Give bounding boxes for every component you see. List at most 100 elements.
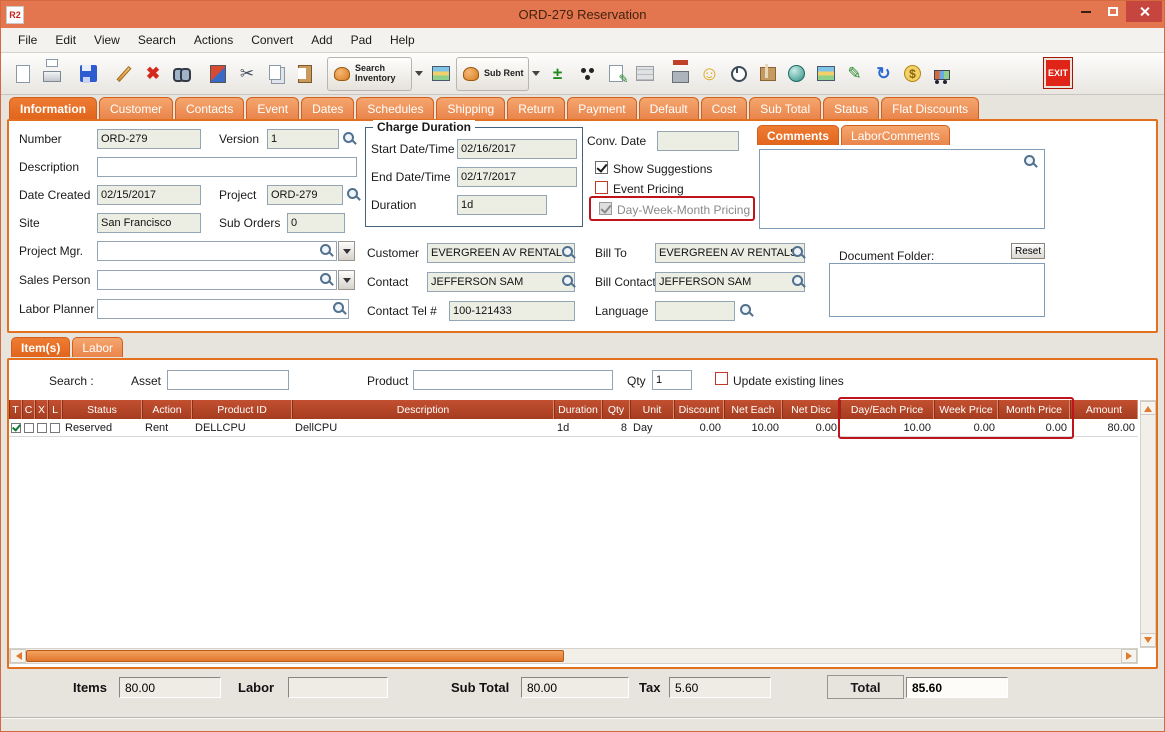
grid-button[interactable] bbox=[631, 58, 659, 90]
scroll-up-button[interactable] bbox=[1140, 401, 1156, 415]
items-total-field[interactable] bbox=[119, 677, 221, 698]
edit-button[interactable] bbox=[110, 58, 138, 90]
col-net-disc[interactable]: Net Disc bbox=[782, 400, 840, 419]
total-field[interactable] bbox=[906, 677, 1008, 698]
row-t-checkbox[interactable] bbox=[11, 423, 21, 433]
site-field[interactable] bbox=[97, 213, 201, 233]
event-pricing-checkbox[interactable] bbox=[595, 181, 608, 194]
qty-input[interactable] bbox=[652, 370, 692, 390]
tab-labor[interactable]: Labor bbox=[72, 337, 123, 357]
paste-button[interactable] bbox=[291, 58, 319, 90]
col-x[interactable]: X bbox=[35, 400, 48, 419]
new-button[interactable] bbox=[9, 58, 37, 90]
document-folder-box[interactable] bbox=[829, 263, 1045, 317]
col-action[interactable]: Action bbox=[142, 400, 192, 419]
col-net-each[interactable]: Net Each bbox=[724, 400, 782, 419]
sales-person-field[interactable] bbox=[97, 270, 337, 290]
row-x-checkbox[interactable] bbox=[37, 423, 47, 433]
language-search-icon[interactable] bbox=[739, 303, 753, 317]
col-month-price[interactable]: Month Price bbox=[998, 400, 1070, 419]
exit-button[interactable]: EXIT bbox=[1044, 58, 1072, 88]
start-datetime-field[interactable] bbox=[457, 139, 577, 159]
tab-return[interactable]: Return bbox=[507, 97, 565, 119]
convert-button[interactable] bbox=[204, 58, 232, 90]
customer-button[interactable]: ☺ bbox=[696, 58, 724, 90]
menu-add[interactable]: Add bbox=[302, 30, 341, 50]
asset-input[interactable] bbox=[167, 370, 289, 390]
maximize-button[interactable] bbox=[1099, 1, 1126, 22]
contact-field[interactable] bbox=[427, 272, 575, 292]
print-button[interactable] bbox=[38, 58, 66, 90]
horizontal-scrollbar[interactable] bbox=[9, 648, 1138, 664]
cut-button[interactable]: ✂ bbox=[233, 58, 261, 90]
tab-shipping[interactable]: Shipping bbox=[436, 97, 505, 119]
sales-person-dropdown[interactable] bbox=[338, 270, 355, 290]
payment-button[interactable]: $ bbox=[899, 58, 927, 90]
tab-payment[interactable]: Payment bbox=[567, 97, 636, 119]
spreadsheet-button[interactable] bbox=[812, 58, 840, 90]
project-search-icon[interactable] bbox=[346, 187, 360, 201]
find-button[interactable] bbox=[168, 58, 196, 90]
search-inventory-dropdown[interactable] bbox=[413, 59, 425, 89]
labor-planner-search-icon[interactable] bbox=[332, 301, 346, 315]
row-c-checkbox[interactable] bbox=[24, 423, 34, 433]
customer-search-icon[interactable] bbox=[561, 245, 575, 259]
add-item-button[interactable]: ± bbox=[544, 58, 572, 90]
sub-total-field[interactable] bbox=[521, 677, 629, 698]
tab-event[interactable]: Event bbox=[246, 97, 299, 119]
bill-to-field[interactable] bbox=[655, 243, 805, 263]
vertical-scrollbar[interactable] bbox=[1140, 400, 1156, 648]
tab-contacts[interactable]: Contacts bbox=[175, 97, 244, 119]
menu-view[interactable]: View bbox=[85, 30, 129, 50]
show-suggestions-checkbox[interactable] bbox=[595, 161, 608, 174]
pad-button[interactable] bbox=[427, 58, 455, 90]
menu-pad[interactable]: Pad bbox=[342, 30, 381, 50]
sales-person-search-icon[interactable] bbox=[319, 272, 333, 286]
tab-default[interactable]: Default bbox=[639, 97, 699, 119]
menu-edit[interactable]: Edit bbox=[46, 30, 85, 50]
col-duration[interactable]: Duration bbox=[554, 400, 602, 419]
contact-tel-field[interactable] bbox=[449, 301, 575, 321]
sub-rent-dropdown[interactable] bbox=[530, 59, 542, 89]
customer-field[interactable] bbox=[427, 243, 575, 263]
col-unit[interactable]: Unit bbox=[630, 400, 674, 419]
col-status[interactable]: Status bbox=[62, 400, 142, 419]
minimize-button[interactable] bbox=[1072, 1, 1099, 22]
number-field[interactable] bbox=[97, 129, 201, 149]
tax-field[interactable] bbox=[669, 677, 771, 698]
project-mgr-search-icon[interactable] bbox=[319, 243, 333, 257]
product-input[interactable] bbox=[413, 370, 613, 390]
tab-schedules[interactable]: Schedules bbox=[356, 97, 434, 119]
scroll-left-button[interactable] bbox=[10, 649, 26, 663]
bill-to-search-icon[interactable] bbox=[791, 245, 805, 259]
tab-information[interactable]: Information bbox=[9, 97, 97, 119]
tab-cost[interactable]: Cost bbox=[701, 97, 748, 119]
tab-items[interactable]: Item(s) bbox=[11, 337, 70, 357]
purchase-button[interactable] bbox=[928, 58, 956, 90]
col-c[interactable]: C bbox=[22, 400, 35, 419]
copy-button[interactable] bbox=[262, 58, 290, 90]
horizontal-scroll-thumb[interactable] bbox=[26, 650, 564, 662]
schedule-button[interactable] bbox=[725, 58, 753, 90]
search-inventory-button[interactable]: Search Inventory bbox=[327, 57, 412, 91]
comments-textarea[interactable] bbox=[759, 149, 1045, 229]
col-t[interactable]: T bbox=[9, 400, 22, 419]
sub-rent-button[interactable]: Sub Rent bbox=[456, 57, 529, 91]
bill-contact-search-icon[interactable] bbox=[791, 274, 805, 288]
save-button[interactable] bbox=[74, 58, 102, 90]
col-description[interactable]: Description bbox=[292, 400, 554, 419]
menu-search[interactable]: Search bbox=[129, 30, 185, 50]
col-l[interactable]: L bbox=[48, 400, 62, 419]
version-search-icon[interactable] bbox=[342, 131, 356, 145]
col-product-id[interactable]: Product ID bbox=[192, 400, 292, 419]
tab-flat-discounts[interactable]: Flat Discounts bbox=[881, 97, 979, 119]
scroll-right-button[interactable] bbox=[1121, 649, 1137, 663]
labor-total-field[interactable] bbox=[288, 677, 388, 698]
refresh-button[interactable]: ↻ bbox=[870, 58, 898, 90]
tab-labor-comments[interactable]: LaborComments bbox=[841, 125, 950, 145]
update-existing-lines-checkbox[interactable] bbox=[715, 372, 728, 385]
tab-comments[interactable]: Comments bbox=[757, 125, 839, 145]
duration-field[interactable] bbox=[457, 195, 547, 215]
col-discount[interactable]: Discount bbox=[674, 400, 724, 419]
menu-actions[interactable]: Actions bbox=[185, 30, 242, 50]
